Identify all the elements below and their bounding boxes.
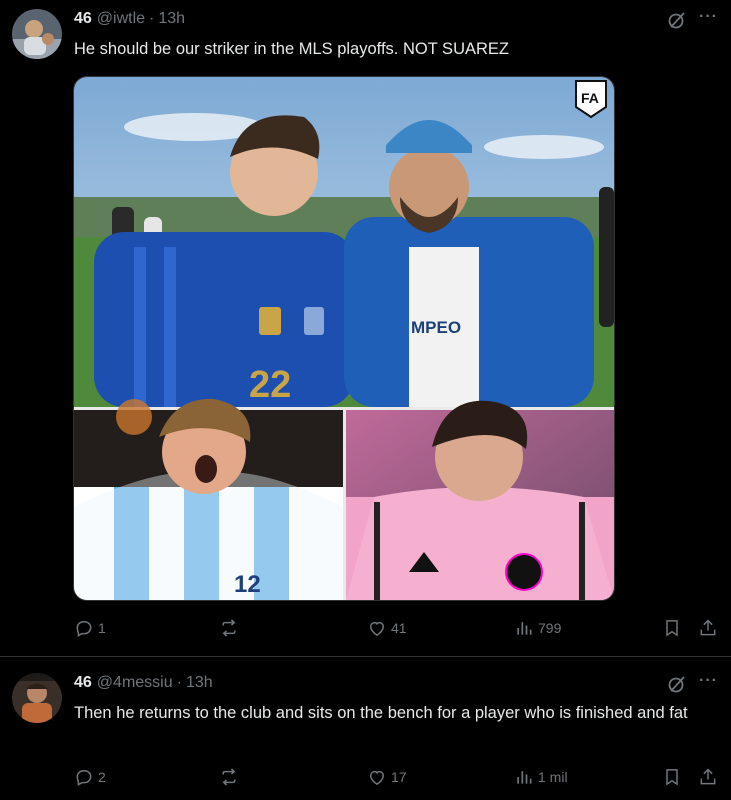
action-bar: 1 41 799 xyxy=(74,617,724,641)
jersey-number-2: 12 xyxy=(234,571,261,598)
more-icon[interactable]: ··· xyxy=(699,8,718,26)
like-button[interactable]: 41 xyxy=(367,617,407,639)
post-header: 46 @4messiu · 13h xyxy=(74,674,213,692)
views-icon xyxy=(517,771,532,784)
views-icon xyxy=(517,622,532,635)
like-count: 41 xyxy=(391,620,407,636)
post-header: 46 @iwtle · 13h xyxy=(74,10,185,28)
share-icon xyxy=(700,619,716,636)
svg-text:FA: FA xyxy=(581,90,599,106)
repost-button[interactable] xyxy=(219,617,243,639)
repost-icon xyxy=(222,619,236,637)
post-text: He should be our striker in the MLS play… xyxy=(74,40,509,58)
view-count: 799 xyxy=(538,620,562,636)
post[interactable]: 46 @4messiu · 13h ··· Then he returns to… xyxy=(0,658,731,800)
like-icon xyxy=(369,770,385,785)
separator: · xyxy=(149,10,155,27)
reply-button[interactable]: 2 xyxy=(74,766,106,788)
shirt-text: MPEO xyxy=(411,318,461,337)
reply-count: 1 xyxy=(98,620,106,636)
bookmark-button[interactable] xyxy=(662,766,682,788)
like-button[interactable]: 17 xyxy=(367,766,407,788)
repost-icon xyxy=(222,768,236,786)
grok-icon[interactable] xyxy=(667,674,687,694)
display-name[interactable]: 46 xyxy=(74,674,92,692)
display-name[interactable]: 46 xyxy=(74,10,92,28)
separator: · xyxy=(176,674,182,691)
post[interactable]: 46 @iwtle · 13h ··· He should be our str… xyxy=(0,0,731,657)
timestamp[interactable]: 13h xyxy=(186,674,213,692)
bookmark-icon xyxy=(666,620,678,637)
post-text: Then he returns to the club and sits on … xyxy=(74,704,688,722)
user-handle[interactable]: @iwtle xyxy=(97,10,145,28)
avatar[interactable] xyxy=(12,673,62,723)
like-icon xyxy=(369,621,385,636)
jersey-number: 22 xyxy=(249,364,291,406)
views-button[interactable]: 799 xyxy=(514,617,561,639)
bookmark-icon xyxy=(666,769,678,786)
timestamp[interactable]: 13h xyxy=(158,10,185,28)
share-button[interactable] xyxy=(698,617,718,639)
user-handle[interactable]: @4messiu xyxy=(97,674,173,692)
view-count: 1 mil xyxy=(538,769,568,785)
more-icon[interactable]: ··· xyxy=(699,672,718,690)
reply-count: 2 xyxy=(98,769,106,785)
share-icon xyxy=(700,768,716,785)
avatar[interactable] xyxy=(12,9,62,59)
repost-button[interactable] xyxy=(219,766,243,788)
reply-icon xyxy=(76,770,92,786)
reply-button[interactable]: 1 xyxy=(74,617,106,639)
reply-icon xyxy=(76,621,92,637)
action-bar: 2 17 1 mil xyxy=(74,766,724,790)
views-button[interactable]: 1 mil xyxy=(514,766,568,788)
bookmark-button[interactable] xyxy=(662,617,682,639)
grok-icon[interactable] xyxy=(667,10,687,30)
post-image[interactable]: 22 MPEO FA 12 xyxy=(73,76,615,601)
share-button[interactable] xyxy=(698,766,718,788)
like-count: 17 xyxy=(391,769,407,785)
